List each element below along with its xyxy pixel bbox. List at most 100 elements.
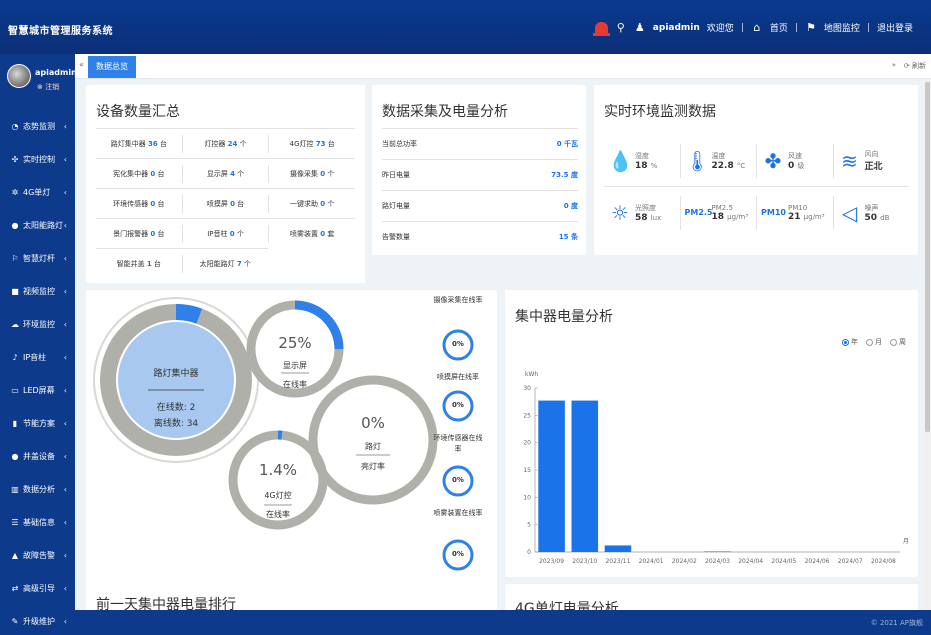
map-icon[interactable]: ⚑ <box>805 21 817 34</box>
sidebar-item-energy[interactable]: ▮ 节能方案 ‹ <box>0 407 75 440</box>
chevron-left-icon: ‹ <box>63 452 67 461</box>
logout-link[interactable]: 退出登录 <box>877 21 913 34</box>
sidebar-logout[interactable]: ⊗ 注销 <box>37 82 59 92</box>
env-temperature: 🌡 温度 22.8 °C <box>681 143 757 178</box>
sidebar-item-ip-speaker[interactable]: ♪ IP音柱 ‹ <box>0 341 75 374</box>
sidebar-item-dashboard[interactable]: ◔ 态势监测 ‹ <box>0 110 75 143</box>
y-tick-label: 10 <box>523 494 531 501</box>
chart-bar <box>704 551 731 552</box>
table-row: 路灯集中器 36 台 灯控器 24 个 4G灯控 73 台 <box>96 128 355 158</box>
data-collection-panel: 数据采集及电量分析 当前总功率 0 千瓦 昨日电量 73.5 度 路灯电量 0 度 告… <box>372 85 586 255</box>
tab-overview[interactable]: 数据总览 <box>88 56 136 78</box>
humidity-icon: 💧 <box>608 148 633 173</box>
chevron-left-icon: ‹ <box>63 221 67 230</box>
lamp-icon[interactable]: ⚲ <box>615 21 627 34</box>
home-link[interactable]: 首页 <box>770 21 788 34</box>
tab-scroll-right-icon[interactable]: » <box>892 61 896 71</box>
list-item: 昨日电量 73.5 度 <box>382 159 578 190</box>
y-tick-label: 20 <box>523 440 531 447</box>
sidebar-item-info[interactable]: ☰ 基础信息 ‹ <box>0 506 75 539</box>
device-cell: 景门报警器 0 台 <box>96 224 183 243</box>
fan-icon: ✤ <box>764 148 782 173</box>
sidebar-nav: ◔ 态势监测 ‹ ✣ 实时控制 ‹ ✲ 4G单灯 ‹ ● 太阳能路灯 ‹ ⚐ 智慧灯杆 ‹ ■ 视频监… <box>0 110 75 635</box>
tab-actions: » ⟳ 刷新 <box>892 61 926 71</box>
header-tools: ⚲ ♟ apiadmin 欢迎您 | ⌂ 首页 | ⚑ 地图监控 | 退出登录 <box>592 21 913 36</box>
x-tick-label: 2024/08 <box>871 558 896 565</box>
chart-bar <box>604 545 632 552</box>
display-ring-name: 显示屏 <box>283 361 307 370</box>
sidebar-item-alarm[interactable]: ▲ 故障告警 ‹ <box>0 539 75 572</box>
list-item: 告警数量 15 条 <box>382 221 578 252</box>
leaf-icon: ▮ <box>12 419 18 428</box>
device-cell: 显示屏 4 个 <box>183 164 270 183</box>
g4-ring-name: 4G灯控 <box>264 491 292 500</box>
list-item: 路灯电量 0 度 <box>382 190 578 221</box>
sidebar-item-analysis[interactable]: ▥ 数据分析 ‹ <box>0 473 75 506</box>
device-cell: 灯控器 24 个 <box>183 134 270 153</box>
camera-icon: ■ <box>11 287 19 296</box>
footer: © 2021 AP旗舰 <box>75 610 931 635</box>
sidebar-item-manhole[interactable]: ● 井盖设备 ‹ <box>0 440 75 473</box>
chevron-left-icon: ‹ <box>63 617 67 626</box>
wind-icon: ≋ <box>841 148 858 173</box>
x-tick-label: 2024/06 <box>805 558 830 565</box>
map-link[interactable]: 地图监控 <box>824 21 860 34</box>
user-icon[interactable]: ♟ <box>634 21 646 34</box>
sidebar-item-led[interactable]: ▭ LED屏幕 ‹ <box>0 374 75 407</box>
device-cell: IP音柱 0 个 <box>183 224 270 243</box>
device-cell: 路灯集中器 36 台 <box>96 134 183 153</box>
rings-panel: 路灯集中器 在线数: 2 离线数: 34 25% 显示屏 在线率 0% 路灯 亮… <box>86 290 497 610</box>
chart-bar <box>571 400 599 552</box>
y-tick-label: 30 <box>523 385 531 392</box>
welcome-text: 欢迎您 <box>706 24 734 34</box>
env-light: ☼ 光照度 58 lux <box>604 196 681 230</box>
noise-icon: ◁ <box>841 201 858 225</box>
env-wind-speed: ✤ 风速 0 级 <box>757 143 834 178</box>
y-tick-label: 15 <box>523 467 531 474</box>
sun-icon: ● <box>11 221 19 230</box>
monitor-icon: ▭ <box>11 386 19 395</box>
sidebar-item-solar[interactable]: ● 太阳能路灯 ‹ <box>0 209 75 242</box>
home-icon[interactable]: ⌂ <box>751 21 763 34</box>
small-ring-value: 0% <box>452 550 464 558</box>
sidebar-item-pole[interactable]: ⚐ 智慧灯杆 ‹ <box>0 242 75 275</box>
guide-icon: ⇄ <box>11 584 19 593</box>
chevron-left-icon: ‹ <box>63 254 67 263</box>
env-row: ☼ 光照度 58 lux PM2.5 PM2.5 18 μg/m³ PM10 PM10 21… <box>604 187 909 239</box>
chevron-left-icon: ‹ <box>63 353 67 362</box>
sidebar-item-control[interactable]: ✣ 实时控制 ‹ <box>0 143 75 176</box>
chevron-left-icon: ‹ <box>63 386 67 395</box>
device-cell: 环境传感器 0 台 <box>96 194 183 213</box>
y-tick-label: 25 <box>523 412 531 419</box>
big-ring-title: 路灯集中器 <box>153 369 199 379</box>
sidebar-item-video[interactable]: ■ 视频监控 ‹ <box>0 275 75 308</box>
device-summary-panel: 设备数量汇总 路灯集中器 36 台 灯控器 24 个 4G灯控 73 台 宪化集… <box>86 85 365 283</box>
chart-icon: ▥ <box>11 485 19 494</box>
chart-bar <box>538 400 565 552</box>
x-axis-label: 月 <box>903 538 909 545</box>
app-title: 智慧城市管理服务系统 <box>8 26 113 37</box>
small-ring-label: 喷雾装置在线率 <box>433 509 483 517</box>
g4-ring-percent: 1.4% <box>258 461 298 479</box>
top-header: 智慧城市管理服务系统 ⚲ ♟ apiadmin 欢迎您 | ⌂ 首页 | ⚑ 地… <box>0 0 931 54</box>
device-cell: 太阳能路灯 7 个 <box>199 259 251 268</box>
device-summary-grid: 路灯集中器 36 台 灯控器 24 个 4G灯控 73 台 宪化集中器 0 台 … <box>96 128 355 278</box>
alarm-icon[interactable] <box>592 21 610 36</box>
sidebar-item-guide[interactable]: ⇄ 高级引导 ‹ <box>0 572 75 605</box>
device-cell: 一键求助 0 个 <box>290 199 335 208</box>
tab-scroll-left-icon[interactable]: « <box>79 60 84 69</box>
chevron-left-icon: ‹ <box>63 320 67 329</box>
big-ring-offline: 离线数: 34 <box>153 419 199 429</box>
sidebar-item-upgrade[interactable]: ✎ 升级维护 ‹ <box>0 605 75 635</box>
chevron-left-icon: ‹ <box>63 584 67 593</box>
env-row: 💧 湿度 18 % 🌡 温度 22.8 °C ✤ 风速 0 级 ≋ 风向 正北 <box>604 135 909 187</box>
small-ring-value: 0% <box>452 340 464 348</box>
x-tick-label: 2024/05 <box>771 558 796 565</box>
sidebar-item-env[interactable]: ☁ 环境监控 ‹ <box>0 308 75 341</box>
scrollbar-thumb[interactable] <box>925 82 930 432</box>
chevron-left-icon: ‹ <box>63 188 67 197</box>
sidebar-item-4g-lamp[interactable]: ✲ 4G单灯 ‹ <box>0 176 75 209</box>
chevron-left-icon: ‹ <box>63 155 67 164</box>
y-tick-label: 5 <box>527 522 531 529</box>
refresh-button[interactable]: ⟳ 刷新 <box>904 61 926 71</box>
